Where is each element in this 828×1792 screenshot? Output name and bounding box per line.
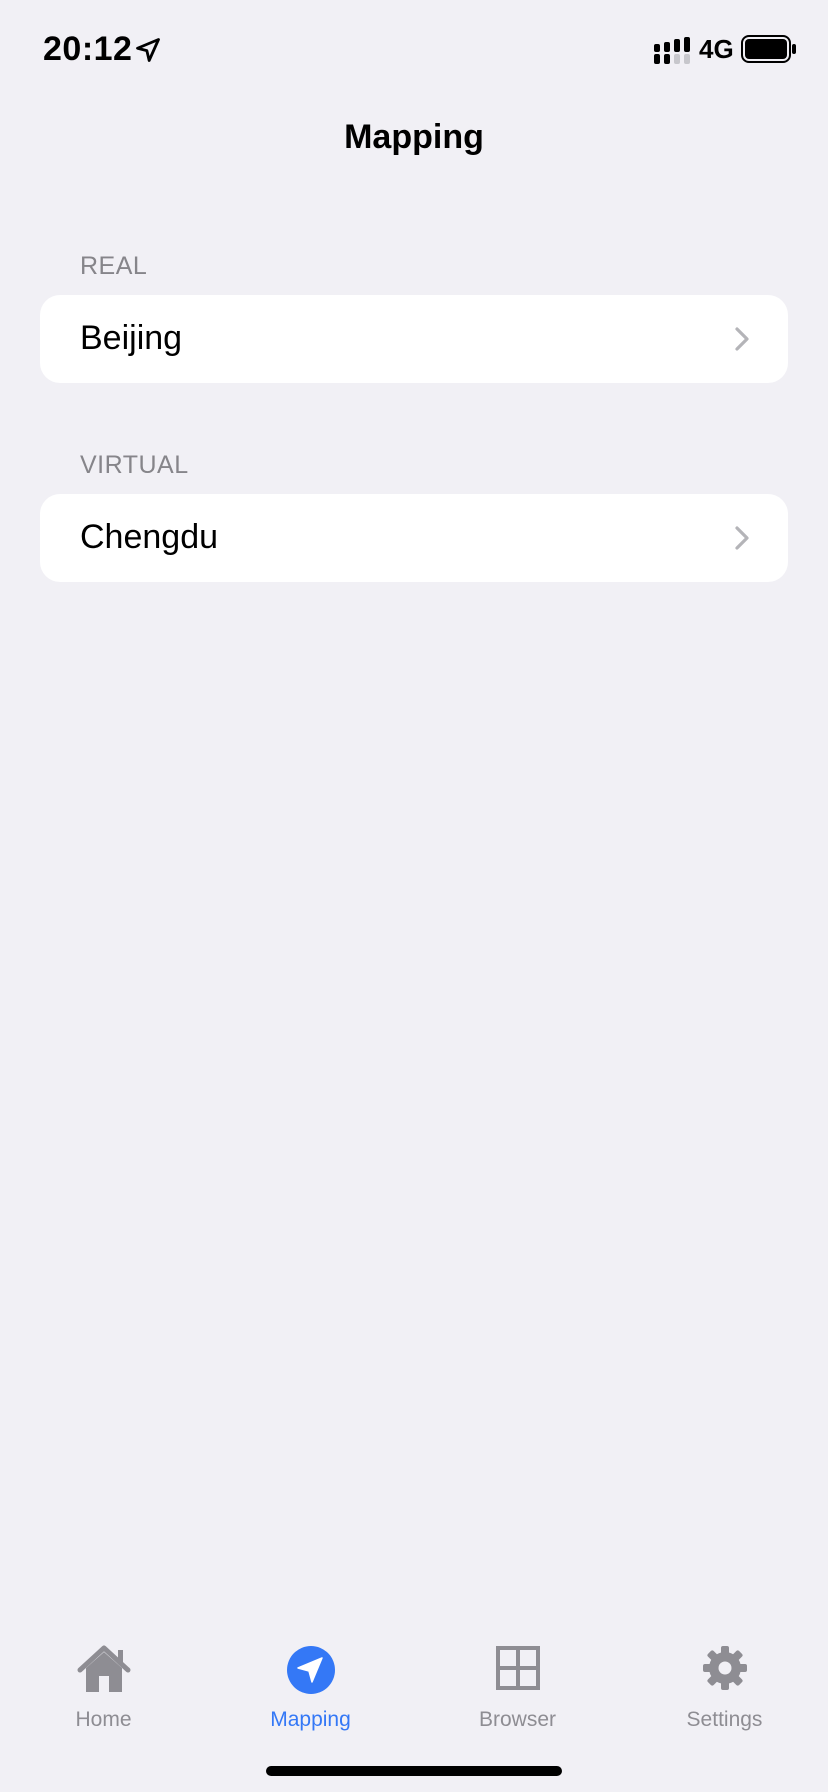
page-title: Mapping — [344, 118, 484, 156]
tab-home[interactable]: Home — [0, 1640, 207, 1740]
chevron-right-icon — [735, 327, 749, 351]
grid-icon — [495, 1646, 540, 1690]
list-row-label: Chengdu — [80, 518, 219, 556]
battery-icon — [741, 35, 796, 63]
chevron-right-icon — [735, 526, 749, 550]
network-type: 4G — [699, 34, 734, 64]
location-services-icon — [136, 38, 160, 62]
section-header-virtual: VIRTUAL — [80, 451, 189, 479]
list-row-label: Beijing — [80, 319, 183, 357]
list-row-beijing[interactable]: Beijing — [40, 295, 788, 383]
tab-browser[interactable]: Browser — [414, 1640, 621, 1740]
house-icon — [77, 1645, 130, 1692]
status-time: 20:12 — [43, 30, 133, 68]
tab-settings[interactable]: Settings — [621, 1640, 828, 1740]
section-header-real: REAL — [80, 252, 148, 280]
tab-settings-label: Settings — [686, 1708, 763, 1731]
list-row-chengdu[interactable]: Chengdu — [40, 494, 788, 582]
gear-icon — [702, 1646, 747, 1690]
tab-browser-label: Browser — [478, 1708, 557, 1731]
tab-mapping[interactable]: Mapping — [207, 1640, 414, 1740]
tab-home-label: Home — [75, 1708, 132, 1731]
tab-mapping-label: Mapping — [270, 1708, 351, 1731]
home-indicator[interactable] — [266, 1766, 562, 1776]
cellular-signal-icon — [654, 37, 690, 64]
status-bar: 20:12 4G — [0, 0, 828, 100]
location-arrow-icon — [286, 1646, 335, 1694]
